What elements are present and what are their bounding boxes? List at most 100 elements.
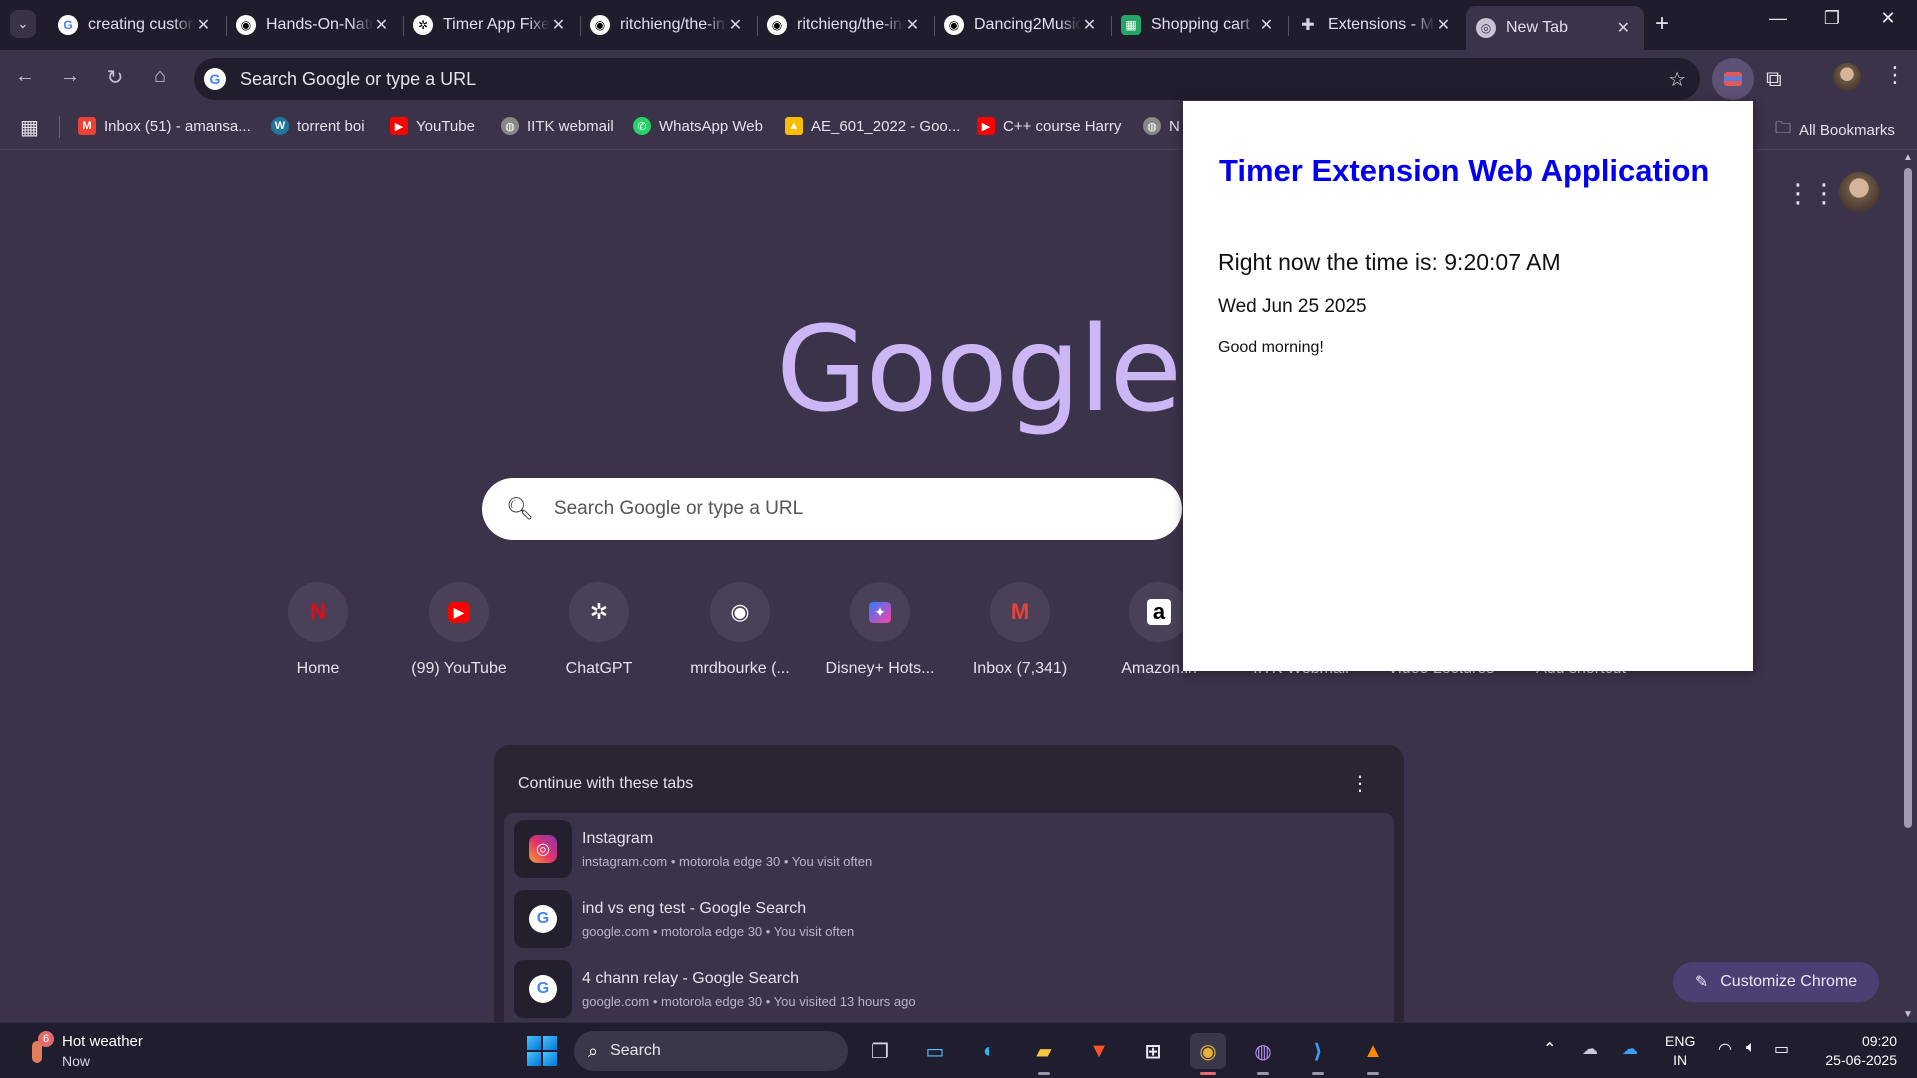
apps-grid-icon[interactable]: ▦ <box>20 115 39 140</box>
scroll-down-icon[interactable]: ▼ <box>1903 1009 1913 1020</box>
home-button[interactable]: ⌂ <box>145 65 175 88</box>
brave-icon[interactable]: ▼ <box>1081 1033 1117 1069</box>
close-icon[interactable]: ✕ <box>550 15 567 35</box>
sheet-icon: ▦ <box>1121 15 1141 35</box>
shortcut-youtube[interactable]: ▶ (99) YouTube <box>394 582 524 678</box>
bookmark-6[interactable]: ▶ C++ course Harry <box>977 117 1121 135</box>
arrow-left-icon: ← <box>15 65 35 87</box>
chevron-up-icon[interactable]: ⌃ <box>1543 1039 1556 1059</box>
tab-5[interactable]: ◉ Dancing2Music ✕ <box>934 6 1110 44</box>
onedrive-icon[interactable]: ☁ <box>1622 1039 1638 1059</box>
forward-button[interactable]: → <box>55 65 85 88</box>
ntp-search-box[interactable]: 🔍︎ Search Google or type a URL <box>482 478 1182 540</box>
tab-strip: ⌄ G creating custom ✕ ◉ Hands-On-Natural… <box>0 0 1917 50</box>
bookmark-0[interactable]: M Inbox (51) - amansa... <box>78 117 251 135</box>
tab-6[interactable]: ▦ Shopping cart ✕ <box>1111 6 1287 44</box>
task-view-icon[interactable]: ❐ <box>862 1033 898 1069</box>
extensions-puzzle-icon[interactable]: ⧉ <box>1766 66 1782 92</box>
amazon-icon: a <box>1129 582 1189 642</box>
close-icon[interactable]: ✕ <box>904 15 921 35</box>
desktop-icon[interactable]: ▭ <box>917 1033 953 1069</box>
address-bar-text[interactable]: Search Google or type a URL <box>240 69 476 90</box>
restore-button[interactable]: ❐ <box>1812 8 1852 29</box>
google-account-avatar[interactable] <box>1839 172 1879 212</box>
customize-chrome-button[interactable]: ✎ Customize Chrome <box>1673 962 1879 1002</box>
continue-tab-item[interactable]: ◎ Instagram instagram.com • motorola edge… <box>514 819 872 879</box>
timer-extension-button[interactable] <box>1712 58 1754 100</box>
close-icon[interactable]: ✕ <box>195 15 212 35</box>
tab-0[interactable]: G creating custom ✕ <box>48 6 224 44</box>
shortcut-disney-hotstar[interactable]: ✦ Disney+ Hots... <box>815 582 945 678</box>
close-icon[interactable]: ✕ <box>373 15 390 35</box>
file-explorer-icon[interactable]: ▰ <box>1026 1033 1062 1075</box>
vscode-icon[interactable]: ⟩ <box>1300 1033 1336 1075</box>
weather-thermometer-icon[interactable]: 6 <box>26 1031 54 1065</box>
volume-icon[interactable]: 🔈︎ <box>1746 1039 1756 1057</box>
tab-3[interactable]: ◉ ritchieng/the-incredible ✕ <box>580 6 756 44</box>
continue-tabs-card: Continue with these tabs ⋮ ◎ Instagram in… <box>494 745 1404 1035</box>
clock-date: 25-06-2025 <box>1825 1052 1897 1068</box>
windows-start-icon[interactable] <box>527 1036 557 1066</box>
ntp-search-placeholder[interactable]: Search Google or type a URL <box>554 498 803 520</box>
minimize-button[interactable]: — <box>1758 8 1798 29</box>
tab-4[interactable]: ◉ ritchieng/the-incredible ✕ <box>757 6 933 44</box>
close-icon[interactable]: ✕ <box>1258 15 1275 35</box>
timer-extension-icon <box>1724 72 1742 86</box>
close-icon[interactable]: ✕ <box>1615 18 1632 38</box>
bookmark-3[interactable]: ◍ IITK webmail <box>501 117 614 135</box>
cloud-error-icon[interactable]: ☁ <box>1582 1039 1598 1059</box>
tab-search-button[interactable]: ⌄ <box>10 10 36 38</box>
bookmark-7[interactable]: ◍ N <box>1143 117 1180 135</box>
bookmark-2[interactable]: ▶ YouTube <box>390 117 475 135</box>
bookmark-label: AE_601_2022 - Goo... <box>811 117 961 135</box>
wifi-icon[interactable]: ◠ <box>1718 1039 1732 1059</box>
profile-avatar[interactable] <box>1833 63 1861 91</box>
bookmark-4[interactable]: ✆ WhatsApp Web <box>633 117 763 135</box>
chrome-icon[interactable]: ◉ <box>1190 1033 1226 1075</box>
vlc-icon[interactable]: ▲ <box>1355 1033 1391 1075</box>
address-bar[interactable]: G Search Google or type a URL ☆ <box>194 58 1700 100</box>
bookmark-star-icon[interactable]: ☆ <box>1668 67 1686 92</box>
youtube-icon: ▶ <box>390 117 408 135</box>
microsoft-store-icon[interactable]: ⊞ <box>1135 1033 1171 1069</box>
close-icon[interactable]: ✕ <box>727 15 744 35</box>
tab-1[interactable]: ◉ Hands-On-Natural ✕ <box>226 6 402 44</box>
more-options-icon[interactable]: ⋮ <box>1350 771 1370 796</box>
close-icon[interactable]: ✕ <box>1435 15 1452 35</box>
shortcut-chatgpt[interactable]: ✲ ChatGPT <box>534 582 664 678</box>
reload-icon: ↻ <box>106 67 124 89</box>
scrollbar-thumb[interactable] <box>1904 168 1912 828</box>
close-icon[interactable]: ✕ <box>1081 15 1098 35</box>
edge-icon[interactable]: ◐ <box>971 1033 1007 1069</box>
page-scrollbar[interactable]: ▲ ▼ <box>1901 152 1915 1020</box>
tab-title: Extensions - Manage <box>1328 16 1435 33</box>
current-time-text: Right now the time is: 9:20:07 AM <box>1218 249 1561 275</box>
shortcut-home[interactable]: N Home <box>253 582 383 678</box>
tab-7[interactable]: ✚ Extensions - Manage ✕ <box>1288 6 1464 44</box>
new-tab-button[interactable]: + <box>1648 10 1676 38</box>
taskbar-search[interactable]: ⌕ Search <box>574 1031 848 1071</box>
netflix-icon: N <box>288 582 348 642</box>
continue-tab-title: ind vs eng test - Google Search <box>582 899 807 917</box>
tab-8-active[interactable]: ◎ New Tab ✕ <box>1466 6 1644 50</box>
github-desktop-icon[interactable]: ◍ <box>1245 1033 1281 1075</box>
shortcut-label: Home <box>296 660 340 677</box>
continue-tab-item[interactable]: G 4 chann relay - Google Search google.co… <box>514 959 916 1019</box>
system-clock[interactable]: 09:20 25-06-2025 <box>1815 1032 1897 1070</box>
bookmark-5[interactable]: ▲ AE_601_2022 - Goo... <box>785 117 960 135</box>
continue-tab-item[interactable]: G ind vs eng test - Google Search google.… <box>514 889 854 949</box>
language-indicator[interactable]: ENG IN <box>1665 1032 1695 1070</box>
more-menu-icon[interactable]: ⋮ <box>1884 62 1906 88</box>
all-bookmarks-button[interactable]: 🗀 All Bookmarks <box>1775 117 1895 144</box>
scroll-up-icon[interactable]: ▲ <box>1903 152 1913 163</box>
reload-button[interactable]: ↻ <box>100 65 130 90</box>
close-window-button[interactable]: ✕ <box>1868 8 1908 29</box>
back-button[interactable]: ← <box>10 65 40 88</box>
battery-icon[interactable]: ▭ <box>1774 1039 1789 1059</box>
bookmark-1[interactable]: Wtorrent boi <box>271 117 365 135</box>
shortcut-inbox[interactable]: M Inbox (7,341) <box>955 582 1085 678</box>
weather-title[interactable]: Hot weather <box>62 1033 143 1050</box>
tab-2[interactable]: ✲ Timer App Fixes ✕ <box>403 6 579 44</box>
shortcut-mrdbourke[interactable]: ◉ mrdbourke (... <box>675 582 805 678</box>
bookmark-label: C++ course Harry <box>1003 117 1122 135</box>
